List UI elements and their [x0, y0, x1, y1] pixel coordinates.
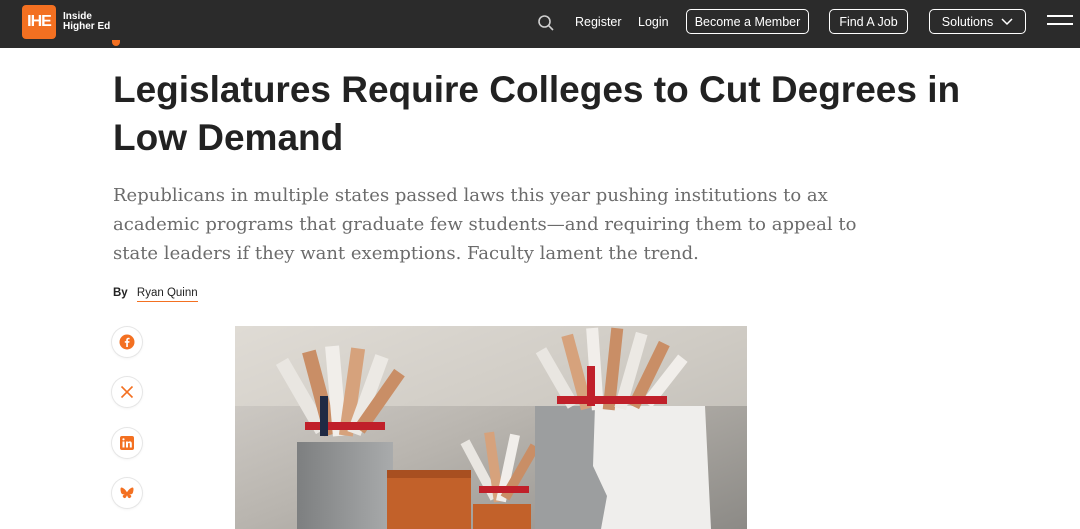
- search-icon[interactable]: [537, 14, 555, 32]
- logo-text: Inside Higher Ed: [63, 11, 111, 32]
- solutions-label: Solutions: [941, 14, 994, 29]
- site-logo[interactable]: IHE Inside Higher Ed: [22, 5, 113, 39]
- find-job-button[interactable]: Find A Job: [829, 9, 908, 34]
- share-bluesky-button[interactable]: [112, 478, 142, 508]
- share-facebook-button[interactable]: [112, 327, 142, 357]
- solutions-dropdown[interactable]: Solutions: [929, 9, 1026, 34]
- find-job-label: Find A Job: [839, 14, 898, 29]
- linkedin-icon: [120, 436, 134, 450]
- bluesky-icon: [120, 487, 134, 499]
- x-icon: [120, 385, 134, 399]
- article-meta-remnant: [112, 40, 202, 48]
- share-x-button[interactable]: [112, 377, 142, 407]
- article-dek: Republicans in multiple states passed la…: [113, 185, 857, 264]
- become-member-button[interactable]: Become a Member: [686, 9, 809, 34]
- become-member-label: Become a Member: [694, 14, 801, 29]
- share-linkedin-button[interactable]: [112, 428, 142, 458]
- hero-illustration: [235, 326, 747, 529]
- register-link[interactable]: Register: [575, 15, 622, 29]
- login-link[interactable]: Login: [638, 15, 669, 29]
- logo-mark: IHE: [22, 5, 56, 39]
- category-dot-icon: [112, 40, 120, 46]
- chevron-down-icon: [1001, 17, 1013, 25]
- facebook-icon: [119, 334, 135, 350]
- author-link[interactable]: Ryan Quinn: [136, 287, 198, 302]
- byline: By Ryan Quinn: [113, 287, 198, 302]
- byline-prefix: By: [113, 287, 128, 299]
- hamburger-menu-icon[interactable]: [1047, 15, 1073, 29]
- article-headline: Legislatures Require Colleges to Cut Deg…: [113, 69, 961, 158]
